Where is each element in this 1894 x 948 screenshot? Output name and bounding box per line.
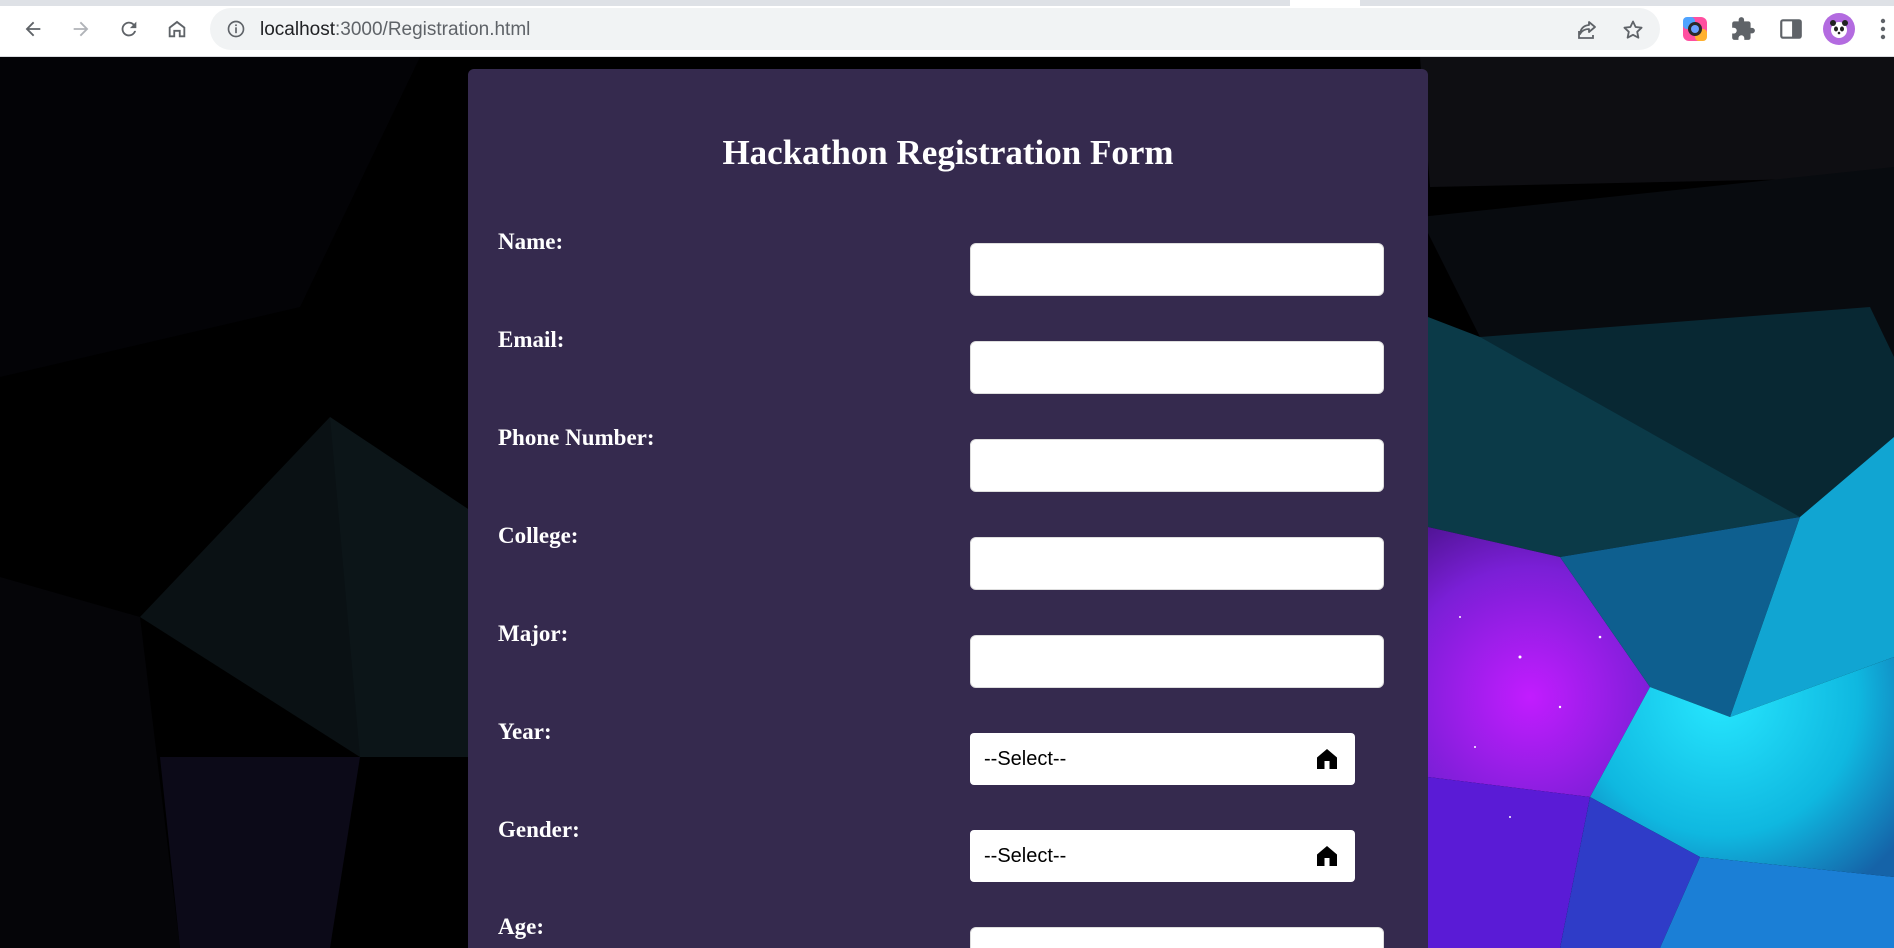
forward-button[interactable] (66, 14, 96, 44)
major-label: Major: (498, 621, 569, 646)
share-icon[interactable] (1575, 18, 1599, 42)
major-input[interactable] (970, 635, 1384, 688)
reload-icon (121, 21, 137, 37)
bookmark-star-icon[interactable] (1621, 18, 1645, 42)
age-label: Age: (498, 914, 544, 939)
college-label: College: (498, 523, 579, 548)
age-input[interactable] (970, 927, 1384, 948)
more-menu-icon[interactable] (1876, 16, 1890, 42)
arrow-left-icon (25, 21, 41, 37)
color-extension-icon[interactable] (1681, 15, 1709, 43)
name-label: Name: (498, 229, 564, 254)
url-host: localhost (260, 19, 335, 40)
tab-strip (0, 0, 1894, 6)
reload-button[interactable] (114, 14, 144, 44)
home-icon (1317, 749, 1337, 769)
email-label: Email: (498, 327, 565, 352)
url-text[interactable]: localhost:3000/Registration.html (260, 19, 530, 41)
home-icon (1317, 846, 1337, 866)
year-label: Year: (498, 719, 552, 744)
home-button[interactable] (162, 14, 192, 44)
profile-avatar[interactable] (1823, 13, 1855, 45)
name-input[interactable] (970, 243, 1384, 296)
phone-number-input[interactable] (970, 439, 1384, 492)
email-input[interactable] (970, 341, 1384, 394)
year-select[interactable]: --Select-- (970, 733, 1355, 785)
side-panel-icon[interactable] (1777, 15, 1805, 43)
registration-form: Hackathon Registration Form Name: Email:… (468, 69, 1428, 948)
phone-number-label: Phone Number: (498, 425, 655, 450)
extensions-puzzle-icon[interactable] (1729, 15, 1757, 43)
back-button[interactable] (18, 14, 48, 44)
year-select-value: --Select-- (984, 747, 1067, 770)
gender-select-value: --Select-- (984, 844, 1067, 867)
gender-select[interactable]: --Select-- (970, 830, 1355, 882)
panda-icon (1830, 20, 1848, 38)
address-bar[interactable]: localhost:3000/Registration.html (210, 8, 1660, 50)
page-viewport: Hackathon Registration Form Name: Email:… (0, 57, 1894, 948)
url-path: :3000/Registration.html (335, 19, 531, 40)
arrow-right-icon (73, 21, 89, 37)
form-title: Hackathon Registration Form (722, 133, 1174, 172)
college-input[interactable] (970, 537, 1384, 590)
gender-label: Gender: (498, 817, 580, 842)
home-icon (168, 20, 186, 38)
browser-toolbar: localhost:3000/Registration.html (0, 0, 1894, 57)
info-icon[interactable] (226, 19, 246, 39)
